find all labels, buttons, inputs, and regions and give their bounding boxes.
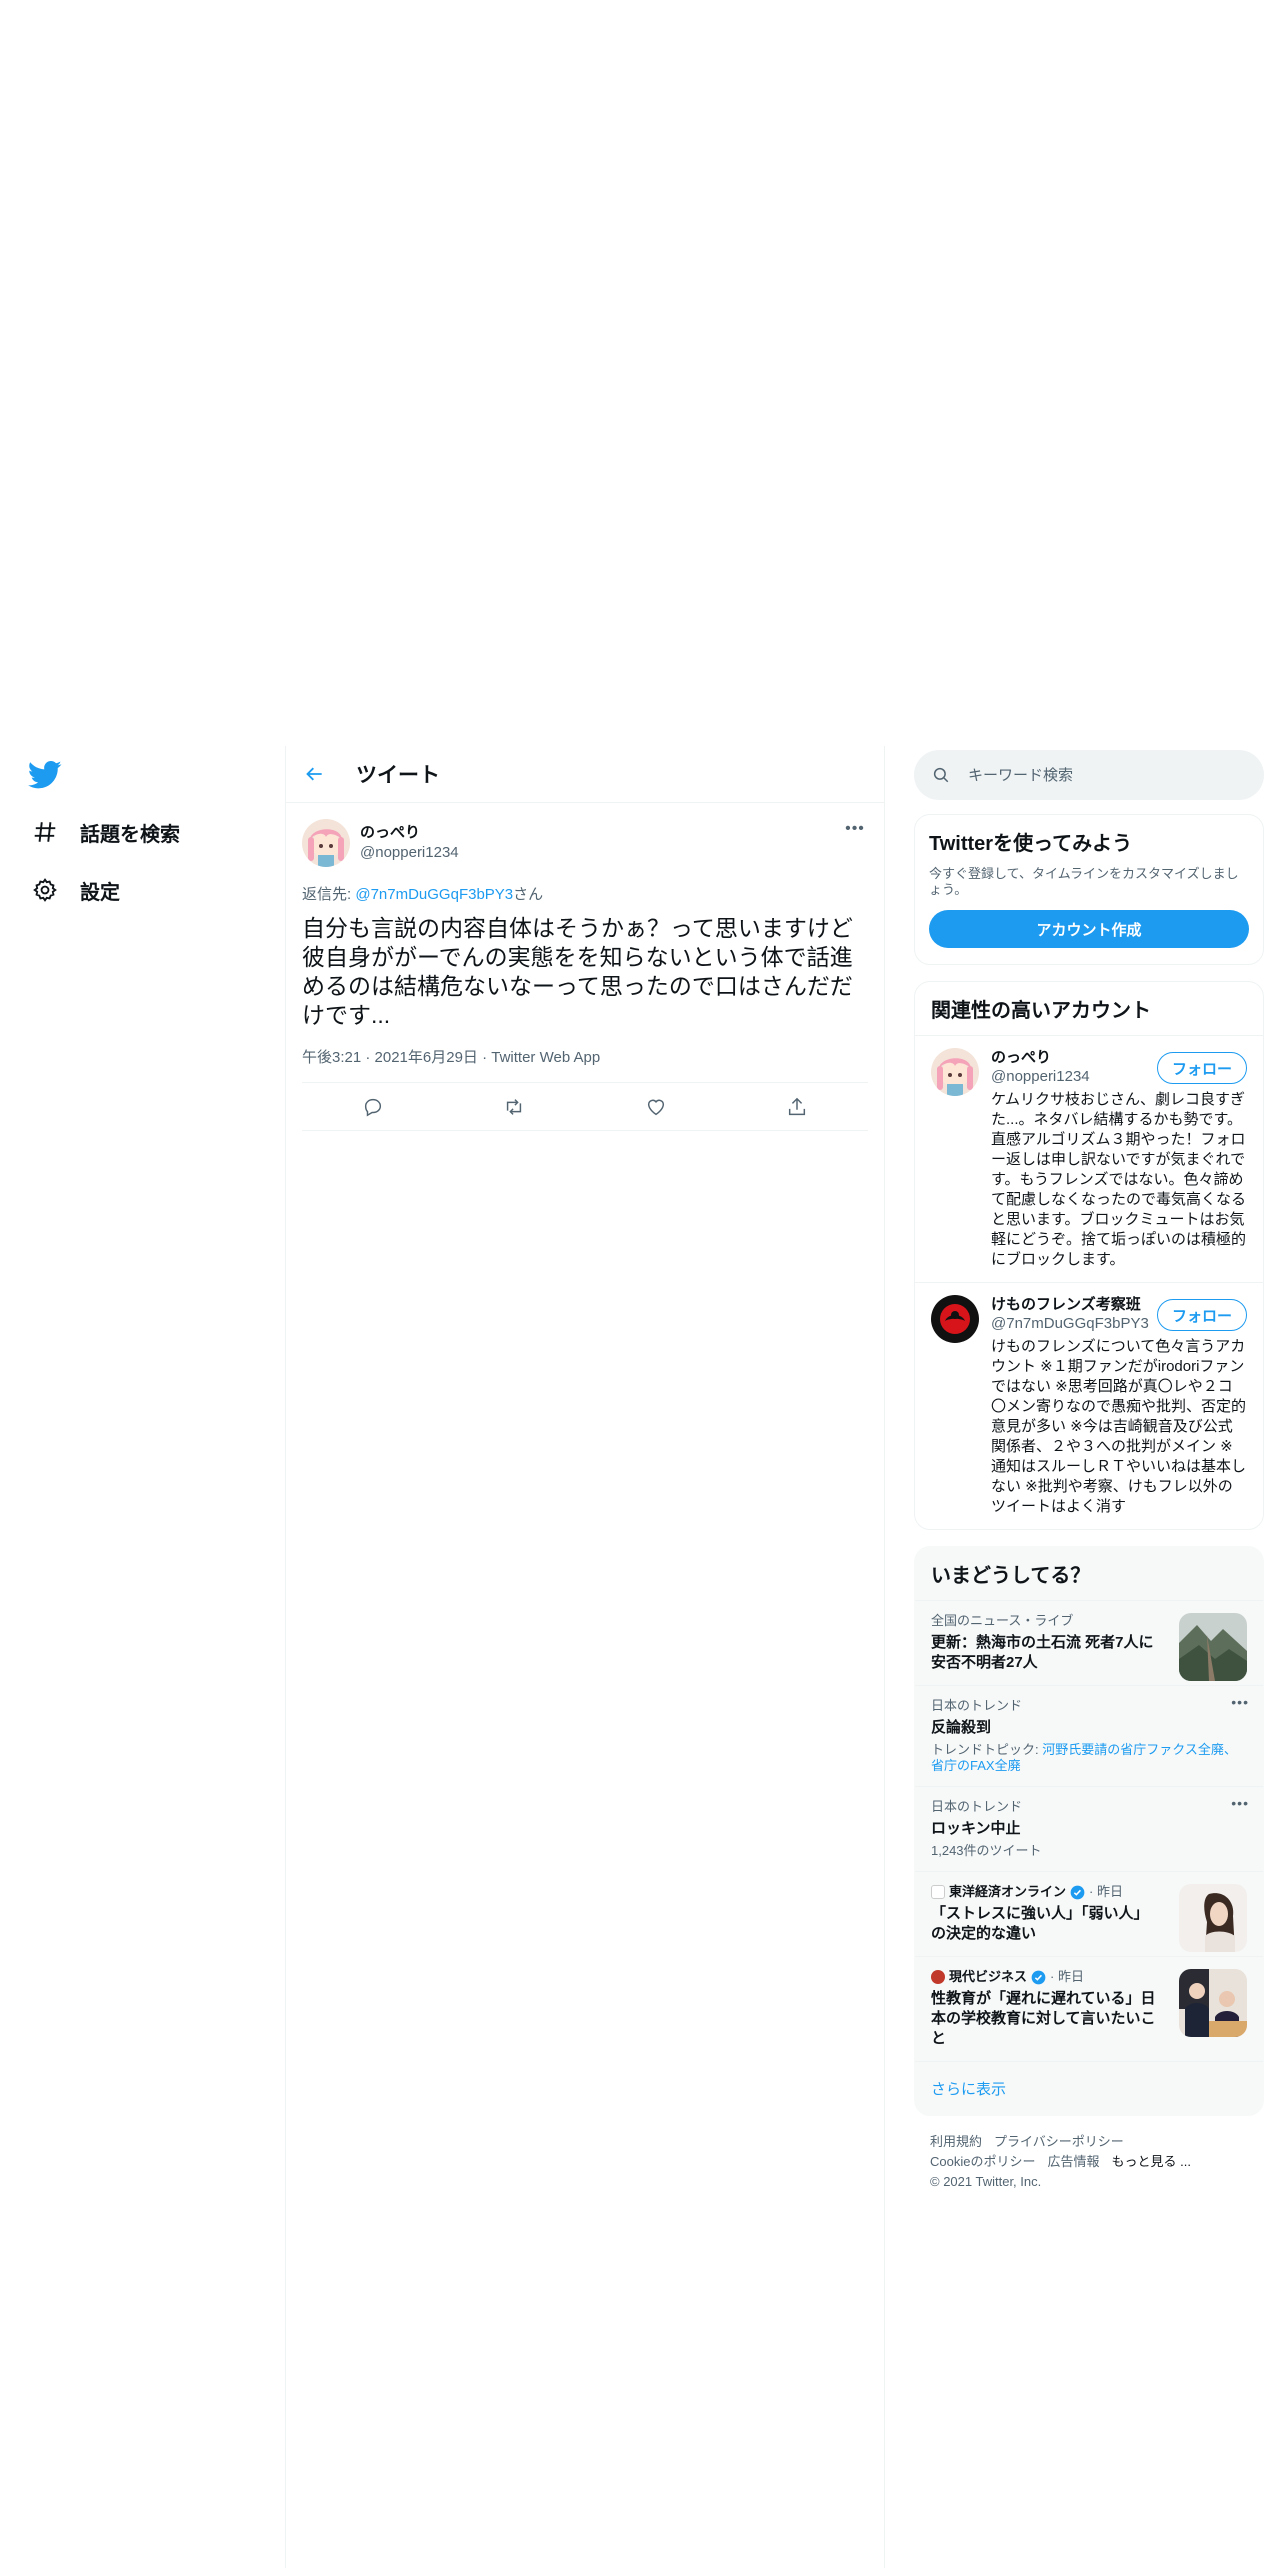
create-account-button[interactable]: アカウント作成 [929,910,1249,948]
retweet-icon [507,1098,522,1115]
related-user-handle: @7n7mDuGGqF3bPY3 [991,1315,1149,1332]
tweet-text: 自分も言説の内容自体はそうかぁ？って思いますけど彼自身ががーでんの実態をを知らな… [302,915,853,1028]
reply-icon [364,1098,381,1117]
page-title: ツイート [356,764,440,787]
related-user[interactable]: のっぺり @nopperi1234 ケムリクサ枝おじさん、劇レコ良すぎた...。… [915,1035,1263,1282]
hashtag-icon [30,817,60,847]
footer-link-terms[interactable]: 利用規約 [930,2134,982,2149]
trend-more-button[interactable]: ••• [1231,1795,1249,1811]
main-column: ツイート のっぺり @nopperi1234 ••• 返信先: @7n7mDuG… [286,746,884,1131]
nav-item-label: 話題を検索 [80,823,180,846]
trend-tweet-count: 1,243件のツイート [931,1843,1042,1858]
news-item[interactable]: 現代ビジネス · 昨日 性教育が「遅れに遅れている」日本の学校教育に対して言いた… [915,1956,1263,2061]
news-item[interactable]: 東洋経済オンライン · 昨日 「ストレスに強い人」「弱い人」の決定的な違い [915,1871,1263,1956]
footer-link-cookies[interactable]: Cookieのポリシー [930,2154,1035,2169]
trend-item[interactable]: 日本のトレンド ロッキン中止 1,243件のツイート ••• [915,1786,1263,1871]
tweet-author: のっぺり @nopperi1234 [302,815,868,871]
avatar[interactable] [302,819,350,867]
related-user-handle: @nopperi1234 [991,1068,1090,1085]
footer-link-more[interactable]: もっと見る ... [1111,2154,1190,2169]
trend-topic-prefix: トレンドトピック: [931,1742,1043,1757]
retweet-button[interactable] [497,1090,531,1124]
nav-item-explore[interactable]: 話題を検索 [30,812,180,852]
trends-title: いまどうしてる？ [931,1565,1091,1587]
verified-badge-icon [1070,1885,1085,1899]
follow-button[interactable]: フォロー [1156,1299,1247,1331]
reply-button[interactable] [356,1090,390,1124]
reply-mention-link[interactable]: @7n7mDuGGqF3bPY3 [355,886,513,903]
reply-context: 返信先: @7n7mDuGGqF3bPY3さん [302,883,868,904]
news-time: · 昨日 [1089,1884,1123,1899]
trend-thumbnail [1179,1613,1247,1681]
news-title: 性教育が「遅れに遅れている」日本の学校教育に対して言いたいこと [931,1990,1156,2047]
gear-icon [30,875,60,905]
tweet-detail: のっぺり @nopperi1234 ••• 返信先: @7n7mDuGGqF3b… [286,803,884,1131]
news-source: 現代ビジネス [949,1969,1028,1984]
share-icon [789,1097,806,1115]
news-source: 東洋経済オンライン [949,1884,1067,1899]
news-source-logo-icon [931,1885,945,1899]
avatar[interactable] [931,1048,979,1096]
show-more-link[interactable]: さらに表示 [915,2061,1263,2115]
search-box[interactable] [914,750,1264,800]
copyright: © 2021 Twitter, Inc. [930,2174,1042,2189]
footer-link-ads[interactable]: 広告情報 [1047,2154,1099,2169]
search-icon [933,767,949,783]
trend-title: ロッキン中止 [931,1820,1021,1837]
nav-item-settings[interactable]: 設定 [30,870,120,910]
related-user-bio: けものフレンズについて色々言うアカウント ※１期ファンだがirodoriファンで… [991,1338,1247,1515]
footer: 利用規約 プライバシーポリシー Cookieのポリシー 広告情報 もっと見る ... … [914,2132,1264,2192]
share-button[interactable] [780,1090,814,1124]
reply-prefix: 返信先: [302,886,356,903]
heart-icon [647,1099,664,1115]
news-time: · 昨日 [1050,1969,1084,1984]
tweet-timestamp[interactable]: 午後3:21 · 2021年6月29日 · Twitter Web App [302,1046,868,1083]
more-dots-icon: ••• [845,820,865,837]
verified-badge-icon [1031,1970,1046,1984]
news-title: 「ストレスに強い人」「弱い人」の決定的な違い [931,1905,1149,1942]
trend-context: 日本のトレンド [931,1698,1023,1713]
footer-link-privacy[interactable]: プライバシーポリシー [994,2134,1124,2149]
signup-card: Twitterを使ってみよう 今すぐ登録して、タイムラインをカスタマイズしましょ… [914,814,1264,965]
more-dots-icon: ••• [1231,1694,1249,1710]
news-thumbnail [1179,1884,1247,1952]
avatar[interactable] [931,1295,979,1343]
related-accounts-card: 関連性の高いアカウント のっぺり @nopperi1234 ケムリクサ枝おじさん… [914,981,1264,1530]
author-handle[interactable]: @nopperi1234 [360,843,459,863]
trend-item[interactable]: 日本のトレンド 反論殺到 トレンドトピック: 河野氏要請の省庁ファクス全廃、省庁… [915,1685,1263,1786]
related-user-bio: ケムリクサ枝おじさん、劇レコ良すぎた...。ネタバレ結構するかも勢です。直感アル… [991,1091,1247,1268]
nav-item-label: 設定 [80,881,120,904]
trends-card: いまどうしてる？ 全国のニュース・ライブ 更新：熱海市の土石流 死者7人に 安否… [914,1546,1264,2116]
twitter-logo-icon[interactable] [27,760,62,790]
more-dots-icon: ••• [1231,1795,1249,1811]
related-user[interactable]: けものフレンズ考察班 @7n7mDuGGqF3bPY3 けものフレンズについて色… [915,1282,1263,1529]
trend-context: 日本のトレンド [931,1799,1023,1814]
author-name[interactable]: のっぺり [360,823,459,843]
back-button[interactable] [298,757,332,791]
column-divider [884,746,885,2568]
search-input[interactable] [968,766,1228,784]
reply-suffix: さん [513,886,544,903]
more-options-button[interactable]: ••• [842,819,868,839]
trend-item[interactable]: 全国のニュース・ライブ 更新：熱海市の土石流 死者7人に 安否不明者27人 [915,1600,1263,1685]
trend-title: 更新：熱海市の土石流 死者7人に 安否不明者27人 [931,1634,1154,1671]
right-sidebar: Twitterを使ってみよう 今すぐ登録して、タイムラインをカスタマイズしましょ… [914,750,1264,2192]
signup-description: 今すぐ登録して、タイムラインをカスタマイズしましょう。 [929,866,1239,897]
like-button[interactable] [639,1090,673,1124]
news-thumbnail [1179,1969,1247,2037]
related-accounts-title: 関連性の高いアカウント [931,1000,1151,1022]
follow-button[interactable]: フォロー [1156,1052,1247,1084]
tweet-actions [302,1083,868,1131]
trend-more-button[interactable]: ••• [1231,1694,1249,1710]
trend-topic: トレンドトピック: 河野氏要請の省庁ファクス全廃、省庁のFAX全廃 [931,1742,1247,1774]
trend-title: 反論殺到 [931,1719,992,1736]
signup-title: Twitterを使ってみよう [929,833,1133,855]
arrow-left-icon [306,767,322,781]
news-source-logo-icon [931,1970,945,1984]
main-header: ツイート [286,746,884,803]
